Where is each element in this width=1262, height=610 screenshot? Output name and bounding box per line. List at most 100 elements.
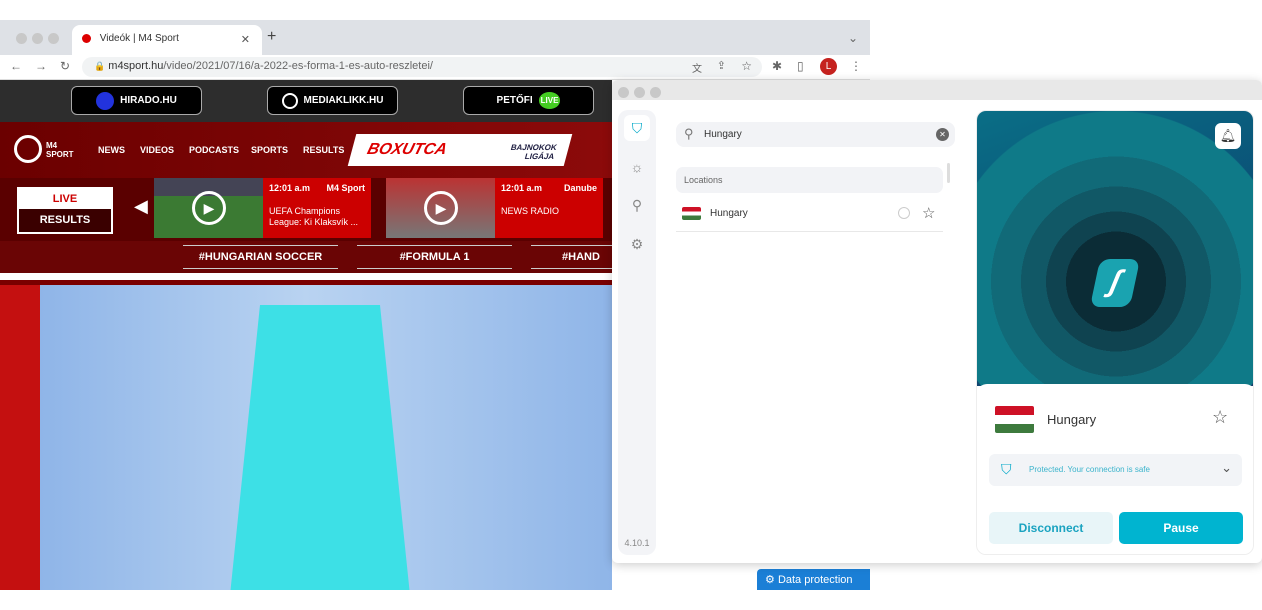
loading-spinner-icon: [898, 207, 910, 219]
play-icon: ▶: [424, 191, 458, 225]
nav-videos[interactable]: VIDEOS: [140, 145, 174, 155]
hashtag-link[interactable]: #HAND: [531, 245, 612, 269]
live-strip: LIVE RESULTS ◀ ▶ 12:01 a.m M4 Sport UEFA…: [0, 178, 612, 241]
back-icon[interactable]: ←: [10, 59, 22, 73]
search-value: Hungary: [704, 129, 742, 140]
shield-icon: ⛉: [1001, 461, 1012, 477]
nav-results[interactable]: RESULTS: [303, 145, 344, 155]
search-privacy-icon[interactable]: ⚲: [624, 192, 650, 218]
connection-panel: 🔔︎ ʃ Hungary ☆ ⛉ Protected. Your connect…: [976, 110, 1254, 555]
video-card[interactable]: ▶ 12:01 a.m M4 Sport UEFA Champions Leag…: [154, 178, 371, 238]
new-tab-button[interactable]: +: [267, 28, 276, 46]
live-badge: LIVE: [538, 92, 561, 109]
url-domain: m4sport.hu: [108, 60, 164, 72]
favorite-star-icon[interactable]: ☆: [922, 204, 935, 222]
card-title: NEWS RADIO: [501, 206, 560, 216]
card-channel: Danube: [563, 183, 597, 193]
chevron-down-icon: ⌄: [1221, 460, 1232, 475]
surfshark-logo-icon: ʃ: [1089, 259, 1141, 307]
locations-header: Locations: [676, 167, 943, 193]
location-search-input[interactable]: ⚲ Hungary ✕: [676, 122, 955, 147]
nav-news[interactable]: NEWS: [98, 145, 125, 155]
profile-avatar[interactable]: L: [820, 58, 837, 75]
bookmark-star-icon[interactable]: ☆: [741, 59, 752, 73]
hirado-logo-icon: [96, 91, 115, 110]
card-channel: M4 Sport: [326, 183, 365, 193]
scrollbar[interactable]: [947, 163, 950, 183]
minimize-window-button[interactable]: [634, 87, 645, 98]
f1-car-image: [230, 305, 410, 590]
share-icon[interactable]: ⇪: [717, 59, 726, 72]
close-window-button[interactable]: [618, 87, 629, 98]
tab-title: Videók | M4 Sport: [99, 33, 179, 44]
data-protection-label: Data protection: [777, 574, 853, 586]
side-panel-icon[interactable]: ▯: [797, 59, 804, 73]
disconnect-button[interactable]: Disconnect: [989, 512, 1113, 544]
nav-sports[interactable]: SPORTS: [251, 145, 288, 155]
notifications-bell-icon[interactable]: 🔔︎: [1215, 123, 1241, 149]
connected-country: Hungary: [1047, 412, 1097, 427]
mediaklikk-logo-icon: [281, 92, 298, 109]
vpn-sidebar: ⛉ ☼ ⚲ ⚙ 4.10.1: [618, 110, 656, 555]
location-row-hungary[interactable]: Hungary ☆: [676, 200, 943, 232]
nav-podcasts[interactable]: PODCASTS: [189, 145, 239, 155]
status-text: Protected. Your connection is safe: [1029, 465, 1150, 474]
hirado-label: HIRADO.HU: [120, 95, 177, 106]
results-label: RESULTS: [19, 209, 111, 232]
protection-status-dropdown[interactable]: ⛉ Protected. Your connection is safe ⌄: [989, 454, 1242, 486]
card-time: 12:01 a.m: [269, 183, 311, 193]
version-label: 4.10.1: [624, 538, 650, 548]
location-name: Hungary: [710, 208, 748, 219]
mediaklikk-label: MEDIAKLIKK.HU: [303, 95, 384, 106]
extensions-icon[interactable]: ✱: [772, 59, 782, 73]
partner-bar: HIRADO.HU MEDIAKLIKK.HU PETŐFI LIVE: [0, 80, 612, 122]
m4sport-page: HIRADO.HU MEDIAKLIKK.HU PETŐFI LIVE M4 SP…: [0, 80, 612, 590]
mediaklikk-link[interactable]: MEDIAKLIKK.HU: [267, 86, 398, 115]
alert-icon[interactable]: ☼: [624, 154, 650, 180]
logo-text: M4 SPORT: [46, 141, 74, 159]
champions-league-banner[interactable]: BAJNOKOK LIGÁJA: [455, 134, 573, 166]
hashtag-link[interactable]: #HUNGARIAN SOCCER: [183, 245, 338, 269]
hirado-link[interactable]: HIRADO.HU: [71, 86, 202, 115]
gear-icon: ⚙: [765, 574, 775, 586]
hungary-flag-icon: [995, 406, 1034, 433]
browser-tab[interactable]: Videók | M4 Sport ✕: [72, 25, 262, 55]
petofi-link[interactable]: PETŐFI LIVE: [463, 86, 594, 115]
tab-bar: Videók | M4 Sport ✕ + ⌄: [0, 20, 870, 55]
hashtag-link[interactable]: #FORMULA 1: [357, 245, 512, 269]
vpn-titlebar: [612, 80, 1262, 100]
window-controls[interactable]: [16, 31, 64, 49]
clear-search-icon[interactable]: ✕: [936, 128, 949, 141]
chevron-down-icon[interactable]: ⌄: [848, 31, 858, 45]
boxutca-banner[interactable]: BOXUTCA: [347, 134, 467, 166]
pause-button[interactable]: Pause: [1119, 512, 1243, 544]
connection-hero: 🔔︎ ʃ: [977, 111, 1253, 386]
reload-icon[interactable]: ↻: [60, 59, 70, 73]
favorite-star-icon[interactable]: ☆: [1212, 407, 1228, 428]
petofi-label: PETŐFI: [496, 95, 533, 106]
connection-card: Hungary ☆ ⛉ Protected. Your connection i…: [977, 384, 1253, 554]
url-input[interactable]: 🔒 m4sport.hu/video/2021/07/16/a-2022-es-…: [82, 57, 762, 77]
hungary-flag-icon: [682, 207, 701, 220]
video-card[interactable]: ▶ 12:01 a.m Danube NEWS RADIO: [386, 178, 603, 238]
main-nav: M4 SPORT NEWS VIDEOS PODCASTS SPORTS RES…: [0, 122, 612, 178]
forward-icon[interactable]: →: [35, 59, 47, 73]
m4-logo-icon[interactable]: [14, 135, 42, 163]
close-tab-icon[interactable]: ✕: [241, 33, 250, 46]
hashtag-bar: #HUNGARIAN SOCCER #FORMULA 1 #HAND: [0, 241, 612, 273]
data-protection-button[interactable]: ⚙ Data protection: [757, 569, 870, 590]
scroll-left-arrow-icon[interactable]: ◀: [134, 196, 148, 217]
card-time: 12:01 a.m: [501, 183, 543, 193]
live-results-box[interactable]: LIVE RESULTS: [17, 187, 113, 234]
lock-icon: 🔒: [94, 61, 106, 71]
play-icon: ▶: [192, 191, 226, 225]
menu-icon[interactable]: ⋮: [850, 59, 862, 73]
card-title: UEFA Champions League: Ki Klaksvík ...: [269, 206, 359, 227]
vpn-shield-icon[interactable]: ⛉: [624, 115, 650, 141]
url-path: /video/2021/07/16/a-2022-es-forma-1-es-a…: [163, 60, 433, 72]
zoom-window-button[interactable]: [650, 87, 661, 98]
translate-icon[interactable]: 文: [692, 60, 702, 75]
favicon-icon: [82, 34, 91, 43]
video-player[interactable]: [0, 285, 612, 590]
settings-gear-icon[interactable]: ⚙: [624, 231, 650, 257]
